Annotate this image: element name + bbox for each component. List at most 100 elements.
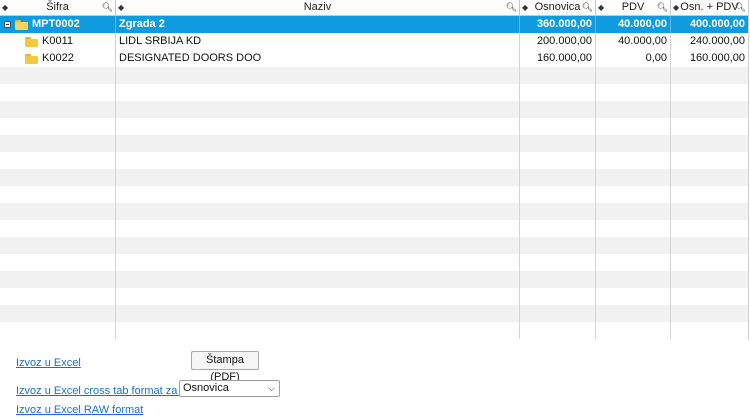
sort-icon[interactable]: ◆ [2,0,8,15]
empty-cell [671,288,748,305]
empty-cell [520,220,596,237]
empty-cell [596,186,671,203]
sort-icon[interactable]: ◆ [598,0,604,15]
empty-cell [116,101,520,118]
empty-cell [596,237,671,254]
empty-row [0,220,748,237]
print-pdf-button[interactable]: Štampa (PDF) [191,351,259,383]
sort-icon[interactable]: ◆ [522,0,528,15]
table-row[interactable]: K0011 LIDL SRBIJA KD 200.000,00 40.000,0… [0,33,748,50]
empty-cell [520,203,596,220]
folder-icon [25,36,38,47]
empty-cell [116,169,520,186]
cell-sifra: K0011 [0,33,116,50]
empty-cell [671,84,748,101]
empty-cell [520,118,596,135]
grid-footer: Izvoz u Excel Štampa (PDF) Izvoz u Excel… [0,340,750,420]
empty-cell [671,67,748,84]
cell-osnovica: 200.000,00 [520,33,596,50]
sort-icon[interactable]: ◆ [673,0,679,15]
empty-cell [0,203,116,220]
empty-row [0,288,748,305]
empty-cell [0,322,116,339]
cell-naziv: Zgrada 2 [116,16,520,33]
cell-sifra: K0022 [0,50,116,67]
empty-row [0,186,748,203]
empty-cell [520,237,596,254]
empty-cell [0,288,116,305]
empty-cell [116,118,520,135]
select-value: Osnovica [183,382,229,394]
empty-cell [596,152,671,169]
chevron-down-icon: ⌵ [268,383,275,393]
empty-row [0,84,748,101]
empty-cell [116,271,520,288]
column-header-pdv[interactable]: ◆ PDV 🔍︎ [596,0,671,15]
empty-cell [520,322,596,339]
cell-naziv: LIDL SRBIJA KD [116,33,520,50]
empty-cell [520,152,596,169]
cell-ukupno: 400.000,00 [689,18,745,30]
cell-pdv: 40.000,00 [596,33,671,50]
export-raw-link[interactable]: Izvoz u Excel RAW format [16,404,143,416]
empty-cell [116,84,520,101]
collapse-icon[interactable] [4,21,11,28]
empty-cell [116,322,520,339]
crosstab-amount-select[interactable]: Osnovica ⌵ [179,380,280,397]
empty-cell [671,169,748,186]
empty-cell [0,169,116,186]
empty-cell [520,135,596,152]
column-label: PDV [621,1,645,13]
column-label: Osn. + PDV [680,1,739,13]
empty-cell [116,220,520,237]
empty-row [0,203,748,220]
empty-cell [671,254,748,271]
empty-cell [671,220,748,237]
empty-cell [671,271,748,288]
search-icon[interactable]: 🔍︎ [657,0,668,15]
search-icon[interactable]: 🔍︎ [506,0,517,15]
empty-row [0,118,748,135]
empty-cell [596,84,671,101]
empty-cell [520,271,596,288]
empty-cell [596,118,671,135]
empty-cell [0,101,116,118]
empty-cell [596,169,671,186]
column-header-sifra[interactable]: ◆ Šifra 🔍︎ [0,0,116,15]
table-row[interactable]: MPT0002 Zgrada 2 360.000,00 40.000,00 40… [0,16,748,33]
empty-row [0,101,748,118]
empty-cell [116,254,520,271]
empty-row [0,67,748,84]
empty-cell [671,237,748,254]
search-icon[interactable]: 🔍︎ [582,0,593,15]
search-icon[interactable]: 🔍︎ [735,0,746,15]
grid-body: MPT0002 Zgrada 2 360.000,00 40.000,00 40… [0,16,748,339]
export-excel-link[interactable]: Izvoz u Excel [16,357,81,369]
data-grid: ◆ Šifra 🔍︎ ◆ Naziv 🔍︎ ◆ Osnovica 🔍︎ ◆ PD… [0,0,749,341]
column-header-osnovica[interactable]: ◆ Osnovica 🔍︎ [520,0,596,15]
table-row[interactable]: K0022 DESIGNATED DOORS DOO 160.000,00 0,… [0,50,748,67]
empty-cell [520,288,596,305]
empty-cell [0,220,116,237]
empty-cell [520,169,596,186]
empty-cell [520,305,596,322]
column-header-ukupno[interactable]: ◆ Osn. + PDV 🔍︎ [671,0,748,15]
empty-row [0,305,748,322]
sort-icon[interactable]: ◆ [118,0,124,15]
row-code: MPT0002 [32,18,80,30]
column-header-naziv[interactable]: ◆ Naziv 🔍︎ [116,0,520,15]
search-icon[interactable]: 🔍︎ [102,0,113,15]
empty-cell [116,152,520,169]
cell-pdv: 40.000,00 [596,16,671,33]
cell-ukupno: 240.000,00 [689,35,745,47]
row-code: K0022 [42,52,74,64]
column-label: Šifra [46,1,69,13]
empty-row [0,254,748,271]
empty-row [0,237,748,254]
empty-cell [671,322,748,339]
empty-cell [520,84,596,101]
empty-cell [520,101,596,118]
empty-cell [596,67,671,84]
empty-cell [116,67,520,84]
empty-cell [0,152,116,169]
